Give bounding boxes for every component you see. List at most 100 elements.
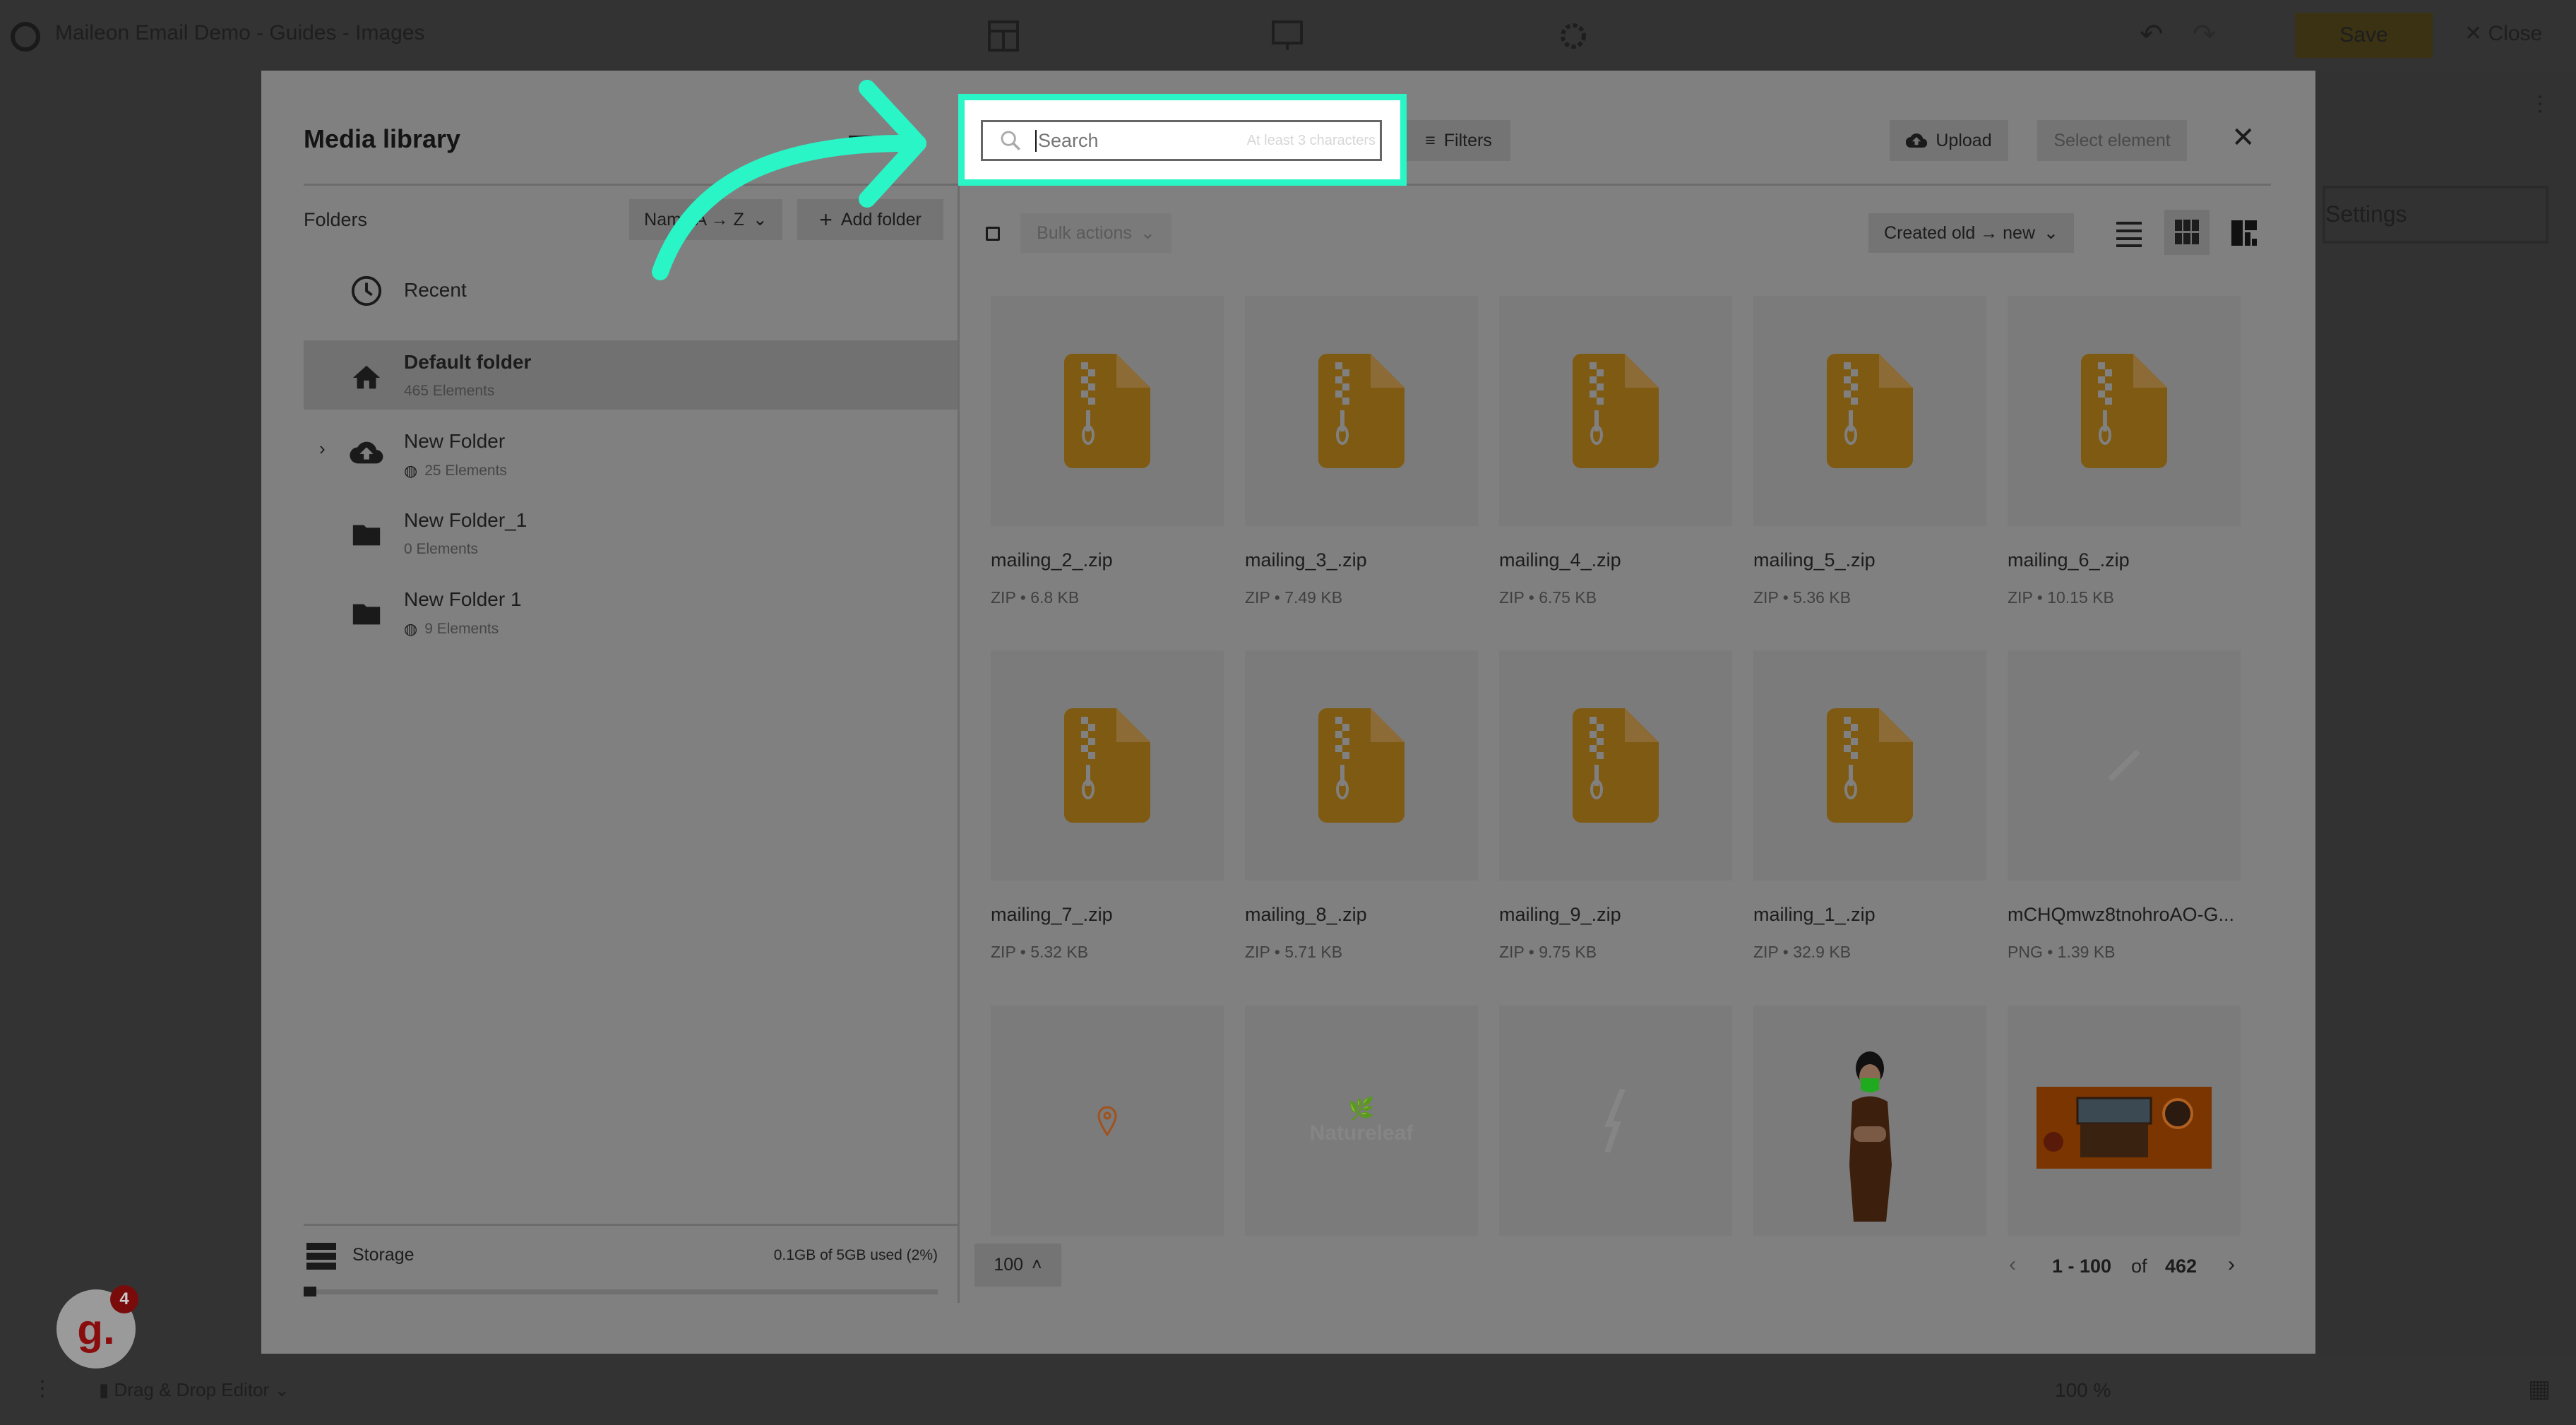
editor-mode-label: Drag & Drop Editor [114,1379,270,1400]
folder-item-default[interactable]: Default folder 465 Elements [304,340,958,410]
file-name: mailing_7_.zip [991,904,1113,925]
layout-icon[interactable] [987,20,1020,52]
masonry-view-icon[interactable] [2231,220,2257,246]
masked-woman-illustration [1849,1051,1892,1222]
more-icon[interactable]: ⋮ [2529,92,2551,117]
file-tile[interactable] [2008,650,2241,881]
storage-label: Storage [352,1245,415,1265]
file-tile[interactable] [991,650,1224,881]
zip-file-icon [1318,708,1405,823]
list-view-icon[interactable] [2115,219,2143,247]
prev-page-icon[interactable]: ‹ [2009,1253,2016,1277]
upload-button[interactable]: Upload [1890,120,2008,161]
modal-title: Media library [304,124,461,153]
close-modal-icon[interactable]: ✕ [2231,121,2255,154]
zip-file-icon [1064,708,1150,823]
file-tile[interactable] [1245,296,1478,526]
file-meta: ZIP • 7.49 KB [1245,588,1343,607]
panel-divider [958,186,960,1303]
filters-button[interactable]: ≡ Filters [1407,120,1510,161]
assistant-avatar[interactable]: g. 4 [56,1285,138,1369]
page-range: 1 - 100 [2052,1256,2112,1277]
lightning-image [1604,1089,1626,1152]
file-name: mailing_5_.zip [1753,549,1876,571]
image-placeholder-icon [2108,749,2140,782]
app-side-panel: Settings ⋮ [2315,71,2576,1354]
add-folder-label: Add folder [840,209,922,229]
menu-icon[interactable]: ⋮ [32,1376,53,1401]
cloud-upload-icon [350,441,383,464]
chevron-down-icon: ⌄ [1140,223,1155,243]
grid-view-button[interactable] [2164,210,2210,255]
file-sort-dropdown[interactable]: Created old → new ⌄ [1868,213,2074,253]
apps-grid-icon[interactable]: ▦ [2528,1375,2551,1403]
globe-icon: ◍ [404,620,418,638]
file-tile[interactable] [1499,1006,1732,1236]
folder-item-new-folder-1[interactable]: New Folder 1 ◍ 9 Elements [304,578,958,647]
folder-sort-dropdown[interactable]: Name A → Z ⌄ [629,199,782,240]
file-tile[interactable] [1753,650,1986,881]
chevron-down-icon: ⌄ [2044,223,2058,243]
notification-badge: 4 [110,1285,138,1313]
file-name: mailing_6_.zip [2008,549,2130,571]
save-button[interactable]: Save [2295,13,2433,58]
folder-tree-icon[interactable] [847,133,876,154]
file-tile[interactable] [2008,296,2241,526]
folder-name: New Folder 1 [404,588,522,610]
folder-count: ◍ 9 Elements [404,620,499,638]
select-element-label: Select element [2053,130,2171,150]
app-top-bar: Maileon Email Demo - Guides - Images ↶ ↷… [0,0,2576,71]
file-name: mailing_4_.zip [1499,549,1621,571]
home-icon [352,365,381,389]
redo-icon[interactable]: ↷ [2193,18,2217,51]
zip-file-icon [2081,354,2167,468]
settings-icon[interactable] [1557,20,1590,52]
storage-divider [304,1224,958,1226]
file-tile[interactable] [1499,650,1732,881]
storage-bar-fill [304,1287,316,1296]
file-tile[interactable] [1499,296,1732,526]
folder-name: Default folder [404,351,532,373]
zip-file-icon [1827,354,1913,468]
folder-count-text: 0 Elements [404,541,479,557]
next-page-icon[interactable]: › [2228,1253,2235,1277]
file-sort-label: Created old → new [1884,222,2036,243]
file-meta: ZIP • 9.75 KB [1499,943,1597,961]
filters-label: Filters [1443,130,1492,150]
folders-label: Folders [304,209,368,230]
file-tile[interactable] [1245,650,1478,881]
folder-icon [352,604,381,625]
search-field[interactable]: At least 3 characters [981,120,1382,161]
zip-file-icon [1064,354,1150,468]
preview-icon[interactable] [1271,20,1304,52]
clock-icon [351,275,382,306]
file-tile[interactable]: 🌿 Natureleaf [1245,1006,1478,1236]
close-editor-button[interactable]: ✕ Close [2464,21,2542,46]
file-tile[interactable] [991,296,1224,526]
chevron-right-icon[interactable]: › [319,438,326,460]
undo-icon[interactable]: ↶ [2140,18,2164,51]
folder-item-new-folder-1-underscore[interactable]: New Folder_1 0 Elements [304,499,958,568]
file-tile[interactable] [2008,1006,2241,1236]
file-tile[interactable] [1753,296,1986,526]
file-tile[interactable] [1753,1006,1986,1236]
page-size-select[interactable]: 100 ˄ [974,1244,1061,1287]
folder-item-new-folder[interactable]: › New Folder ◍ 25 Elements [304,419,958,489]
grid-view-icon [2175,220,2199,244]
editor-mode-select[interactable]: ▮ Drag & Drop Editor ⌄ [99,1379,290,1401]
file-meta: ZIP • 5.32 KB [991,943,1089,961]
file-tile[interactable] [991,1006,1224,1236]
plus-icon: + [819,206,833,232]
zoom-level: 100 % [2055,1379,2111,1401]
zip-file-icon [1827,708,1913,823]
map-pin-image [1097,1106,1117,1136]
folder-item-recent[interactable]: Recent [304,256,958,326]
avatar-letter: g. [77,1305,115,1353]
storage-bar [304,1287,938,1296]
select-element-button[interactable]: Select element [2037,120,2187,161]
select-all-checkbox[interactable] [986,227,1000,241]
add-folder-button[interactable]: + Add folder [797,199,943,240]
settings-tab[interactable]: Settings [2322,186,2548,244]
file-name: mailing_8_.zip [1245,904,1367,925]
bulk-actions-dropdown[interactable]: Bulk actions ⌄ [1020,213,1171,253]
